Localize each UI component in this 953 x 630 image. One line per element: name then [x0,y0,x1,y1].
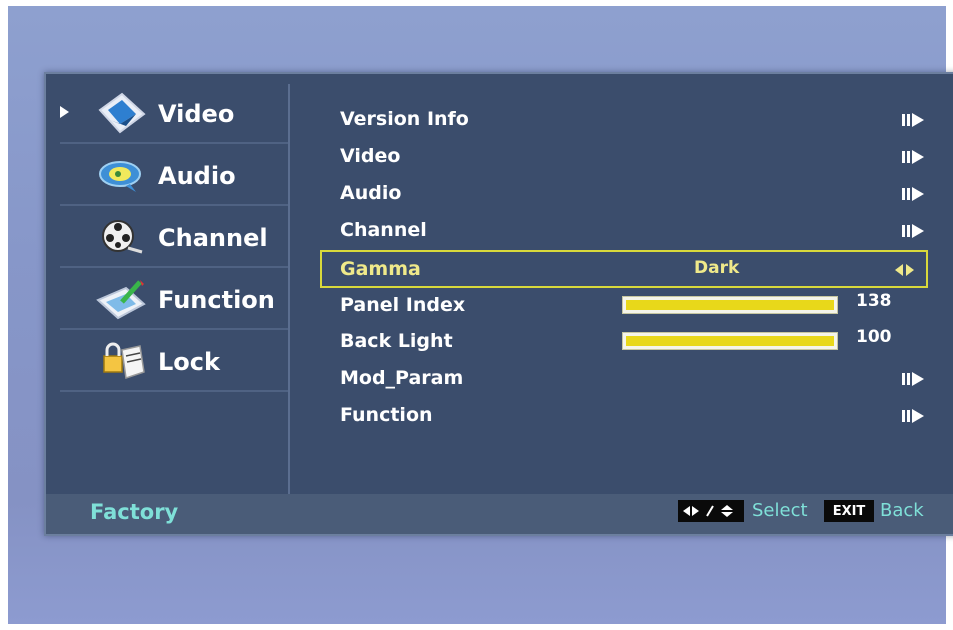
nav-label: Channel [158,224,268,252]
footer-title: Factory [90,500,179,524]
option-audio[interactable]: Audio [332,176,924,210]
navigate-keys-icon [678,500,744,522]
option-panel-index[interactable]: Panel Index 138 [332,288,922,322]
option-label: Version Info [340,108,469,130]
nav-item-channel[interactable]: Channel [60,208,288,268]
option-channel[interactable]: Channel [332,213,924,247]
nav-item-function[interactable]: Function [60,270,288,330]
panel-index-value: 138 [856,291,892,311]
submenu-arrow-icon [902,187,924,201]
osd-menu-panel: Video Audio Channel Function Lock Versio… [44,72,953,536]
active-pointer-icon [60,106,69,118]
nav-item-audio[interactable]: Audio [60,146,288,206]
option-gamma[interactable]: Gamma Dark [320,250,928,288]
select-hint: Select [752,500,808,521]
option-label: Back Light [340,330,453,352]
nav-label: Function [158,286,275,314]
submenu-arrow-icon [902,113,924,127]
option-label: Video [340,145,401,167]
gamma-value: Dark [694,258,740,278]
panel-index-slider[interactable] [622,296,838,314]
channel-icon [102,220,143,254]
submenu-arrow-icon [902,372,924,386]
option-mod-param[interactable]: Mod_Param [332,361,924,395]
option-label: Mod_Param [340,367,464,389]
arrows-icon [683,505,733,517]
option-label: Audio [340,182,402,204]
submenu-arrow-icon [902,409,924,423]
option-function[interactable]: Function [332,398,924,432]
nav-item-lock[interactable]: Lock [60,332,288,392]
option-version-info[interactable]: Version Info [332,102,924,136]
back-hint: Back [880,500,924,521]
option-video[interactable]: Video [332,139,924,173]
options-list: Version Info Video Audio Channel Gamma D… [292,74,953,494]
nav-label: Audio [158,162,236,190]
submenu-arrow-icon [902,150,924,164]
audio-icon [99,161,141,192]
option-label: Panel Index [340,294,466,316]
function-icon [96,280,146,320]
menu-footer: Factory Select EXIT Back [46,494,953,534]
submenu-arrow-icon [902,224,924,238]
option-label: Gamma [340,258,421,280]
option-back-light[interactable]: Back Light 100 [332,324,922,358]
option-label: Function [340,404,433,426]
video-icon [98,92,146,134]
tv-screen-background: Video Audio Channel Function Lock Versio… [8,6,953,624]
nav-item-video[interactable]: Video [60,84,288,144]
back-light-value: 100 [856,327,892,347]
slider-fill [626,300,834,310]
category-sidebar: Video Audio Channel Function Lock [46,84,290,494]
left-right-arrow-icon[interactable] [894,263,920,277]
nav-label: Lock [158,348,220,376]
nav-label: Video [158,100,235,128]
lock-icon [103,342,145,379]
back-light-slider[interactable] [622,332,838,350]
exit-key[interactable]: EXIT [824,500,874,522]
slider-fill [626,336,834,346]
option-label: Channel [340,219,427,241]
